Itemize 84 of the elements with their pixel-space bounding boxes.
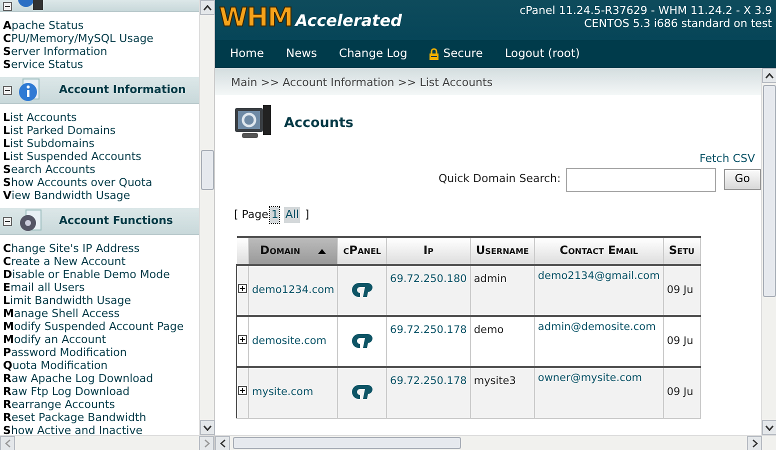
page-link[interactable]: All	[284, 206, 300, 223]
fetch-csv-link[interactable]: Fetch CSV	[699, 151, 755, 168]
monitor-icon	[234, 105, 272, 141]
section-header[interactable]: Account Functions	[0, 208, 199, 235]
collapse-icon[interactable]	[3, 216, 12, 226]
version-text: CENTOS 5.3 i686 standard on test	[583, 17, 772, 30]
section-header[interactable]: Account Information	[0, 77, 199, 104]
cpanel-logo-icon[interactable]	[351, 333, 374, 350]
date-text: 09 Ju	[666, 386, 694, 398]
sidebar-link[interactable]: Quota Modification	[3, 359, 199, 372]
scroll-down-button[interactable]	[200, 420, 215, 435]
gear-icon	[18, 209, 42, 233]
scrollbar-thumb[interactable]	[201, 150, 214, 190]
domain-link[interactable]: mysite.com	[252, 386, 314, 398]
column-header[interactable]: Username	[470, 237, 534, 265]
scroll-up-button[interactable]	[200, 0, 215, 15]
expand-icon[interactable]	[238, 284, 247, 293]
sidebar-link[interactable]: Manage Shell Access	[3, 307, 199, 320]
sidebar-link[interactable]: Apache Status	[3, 19, 199, 32]
sidebar-link[interactable]: Create a New Account	[3, 255, 199, 268]
column-header[interactable]: Domain	[248, 237, 338, 265]
scroll-left-button[interactable]	[215, 436, 230, 450]
scroll-down-button[interactable]	[762, 420, 776, 435]
scroll-right-button[interactable]	[747, 436, 762, 450]
sidebar-link[interactable]: List Parked Domains	[3, 124, 199, 137]
sidebar-link[interactable]: Password Modification	[3, 346, 199, 359]
sidebar-link[interactable]: Raw Ftp Log Download	[3, 385, 199, 398]
nav-link[interactable]: Secure	[420, 45, 496, 63]
version-text: cPanel 11.24.5-R37629 - WHM 11.24.2 - X 3.9	[520, 4, 772, 17]
expand-icon[interactable]	[238, 334, 247, 344]
scrollbar-thumb[interactable]	[763, 85, 776, 297]
sidebar-link[interactable]: Email all Users	[3, 281, 199, 294]
sidebar-link[interactable]: Modify an Account	[3, 333, 199, 346]
nav-link[interactable]: News	[276, 45, 330, 63]
pager-label: ]	[304, 206, 310, 222]
column-header[interactable]: Ip	[386, 237, 470, 265]
collapse-icon[interactable]	[3, 86, 12, 94]
sidebar-link[interactable]: Show Accounts over Quota	[3, 176, 199, 189]
cpanel-logo-icon[interactable]	[351, 384, 374, 400]
username-text: demo	[474, 324, 504, 336]
sidebar-link[interactable]: Modify Suspended Account Page	[3, 320, 199, 333]
pager-label: [ Page	[234, 206, 268, 222]
scroll-up-button[interactable]	[762, 68, 776, 83]
nav-link[interactable]: Home	[221, 45, 277, 63]
search-label: Quick Domain Search:	[438, 171, 561, 188]
domain-search-field[interactable]	[566, 168, 716, 192]
sidebar-link[interactable]: View Bandwidth Usage	[3, 189, 199, 202]
page-title: Accounts	[284, 114, 354, 133]
nav-link[interactable]: Change Log	[330, 45, 420, 63]
sidebar-link[interactable]: Change Site's IP Address	[3, 242, 199, 255]
go-button[interactable]: Go	[724, 169, 761, 190]
username-text: mysite3	[474, 374, 516, 386]
cpanel-logo-icon[interactable]	[351, 282, 374, 298]
sidebar-link[interactable]: Rearrange Accounts	[3, 398, 199, 411]
column-header[interactable]: Setu	[663, 237, 700, 265]
username-text: admin	[474, 272, 507, 284]
sidebar-link[interactable]: List Suspended Accounts	[3, 150, 199, 163]
date-text: 09 Ju	[666, 284, 694, 296]
collapse-icon[interactable]	[3, 2, 12, 11]
sidebar-link[interactable]: Reset Package Bandwidth	[3, 411, 199, 424]
nav-link[interactable]: Logout (root)	[496, 45, 593, 63]
section-header[interactable]	[0, 0, 199, 12]
sidebar-link[interactable]: Raw Apache Log Download	[3, 372, 199, 385]
sidebar-link[interactable]: Search Accounts	[3, 163, 199, 176]
lock-icon	[429, 48, 440, 60]
sidebar-link[interactable]: List Accounts	[3, 111, 199, 124]
sidebar-link[interactable]: Server Information	[3, 45, 199, 58]
email-link[interactable]: owner@mysite.com	[538, 372, 642, 384]
scrollbar-thumb[interactable]	[233, 437, 461, 449]
expand-icon[interactable]	[238, 386, 247, 395]
page-link[interactable]: 1	[270, 206, 280, 223]
sidebar-link[interactable]: Service Status	[3, 58, 199, 71]
sidebar-link[interactable]: List Subdomains	[3, 137, 199, 150]
column-header[interactable]: Contact Email	[534, 237, 664, 265]
whm-logo: WHM Accelerated	[219, 4, 402, 35]
sidebar-link[interactable]: Show Active and Inactive	[3, 424, 199, 435]
sidebar-link[interactable]: CPU/Memory/MySQL Usage	[3, 32, 199, 45]
breadcrumb: Main >> Account Information >> List Accounts	[215, 68, 761, 95]
info-icon	[18, 78, 42, 102]
sort-arrow-icon	[318, 248, 326, 254]
sidebar-link[interactable]: Disable or Enable Demo Mode	[3, 268, 199, 281]
date-text: 09 Ju	[666, 334, 694, 347]
sidebar-link[interactable]: Limit Bandwidth Usage	[3, 294, 199, 307]
column-header[interactable]: cPanel	[338, 237, 387, 265]
